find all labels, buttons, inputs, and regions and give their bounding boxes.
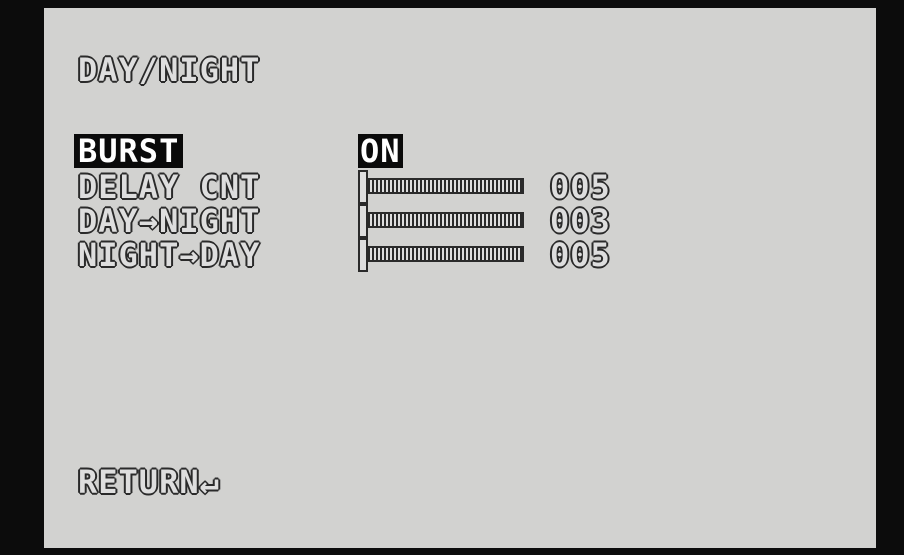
menu-item-label: DELAY CNT <box>78 168 261 206</box>
return-button[interactable]: RETURN↵ <box>78 464 220 500</box>
burst-toggle[interactable]: ON <box>358 134 403 168</box>
day-to-night-slider[interactable] <box>358 204 526 238</box>
menu-item-label: BURST <box>74 134 184 168</box>
osd-screen: DAY/NIGHT BURST ON DELAY CNT 005 DAY→NIG… <box>44 8 876 548</box>
slider-track <box>358 246 524 262</box>
delay-cnt-slider[interactable] <box>358 170 526 204</box>
menu-item-label: DAY→NIGHT <box>78 202 261 240</box>
slider-track <box>358 178 524 194</box>
slider-knob[interactable] <box>358 204 368 238</box>
night-to-day-slider[interactable] <box>358 238 526 272</box>
slider-track <box>358 212 524 228</box>
menu-title: DAY/NIGHT <box>78 51 261 89</box>
day-to-night-value: 003 <box>550 202 611 240</box>
slider-knob[interactable] <box>358 170 368 204</box>
delay-cnt-value: 005 <box>550 168 611 206</box>
slider-knob[interactable] <box>358 238 368 272</box>
menu-item-label: NIGHT→DAY <box>78 236 261 274</box>
night-to-day-value: 005 <box>550 236 611 274</box>
